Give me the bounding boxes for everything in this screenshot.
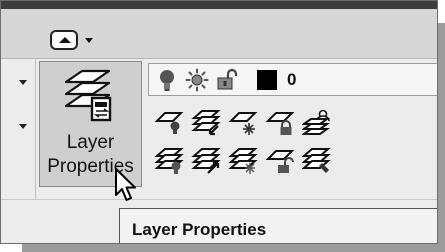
panel-divider [35,59,36,199]
layer-lock-icon[interactable] [265,109,295,137]
layer-freeze-icon[interactable] [228,109,258,137]
layer-properties-icon [64,69,112,122]
layer-isolate-icon[interactable] [154,147,184,175]
tooltip-title: Layer Properties [132,220,267,239]
ribbon-window: Layer Properties 0 Layer Properties [0,0,438,244]
lightbulb-icon[interactable] [155,68,179,92]
dropdown-arrow-icon[interactable] [19,80,27,85]
make-current-icon[interactable] [191,147,221,175]
layer-states-icon[interactable] [302,109,332,137]
current-layer-name: 0 [287,70,297,89]
layer-unlock-icon[interactable] [265,147,295,175]
ribbon-title-strip [1,1,437,9]
layer-control-dropdown[interactable]: 0 [148,63,437,96]
ribbon-tab-row [1,9,437,59]
panel-title-divider [1,199,437,200]
layer-off-icon[interactable] [154,109,184,137]
layer-color-swatch [257,70,277,90]
unlock-icon[interactable] [215,68,239,92]
dropdown-arrow-icon[interactable] [19,124,27,129]
collapse-arrow-icon [50,30,78,50]
mouse-pointer-icon [115,168,136,201]
layer-match-icon[interactable] [191,109,221,137]
layer-thaw-icon[interactable] [228,147,258,175]
layer-properties-label-line1: Layer [66,132,115,153]
sun-icon[interactable] [185,68,209,92]
layer-properties-tooltip: Layer Properties [119,208,437,243]
minimize-ribbon-button[interactable] [50,30,94,52]
layer-walk-icon[interactable] [302,147,332,175]
chevron-down-icon [85,38,93,43]
